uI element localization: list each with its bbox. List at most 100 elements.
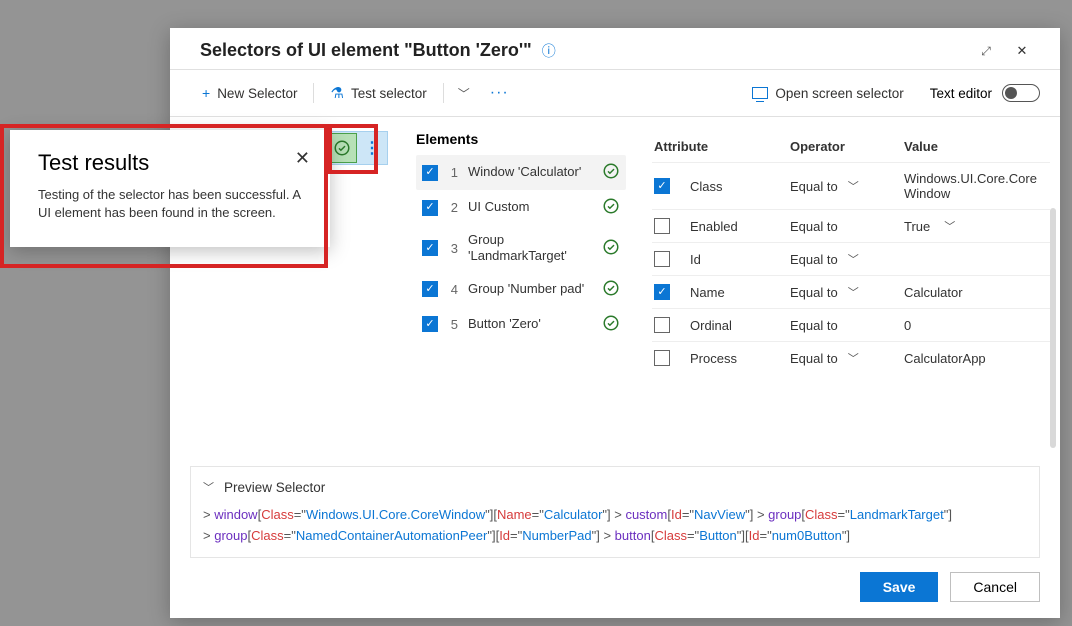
element-row[interactable]: 2 UI Custom <box>416 190 626 225</box>
check-icon <box>602 162 620 183</box>
element-label: Group 'LandmarkTarget' <box>468 232 592 265</box>
element-label: Button 'Zero' <box>468 316 592 332</box>
preview-toggle[interactable]: ﹀ Preview Selector <box>203 479 1027 495</box>
attribute-name: Class <box>690 179 776 194</box>
attribute-value[interactable]: Calculator <box>904 285 1048 300</box>
chevron-down-icon: ﹀ <box>848 284 859 300</box>
flask-icon <box>330 84 343 102</box>
attribute-checkbox[interactable] <box>654 350 670 366</box>
scrollbar[interactable] <box>1050 208 1056 448</box>
chevron-down-icon: ﹀ <box>848 178 859 194</box>
check-icon <box>602 197 620 218</box>
element-row[interactable]: 5 Button 'Zero' <box>416 307 626 342</box>
attribute-operator[interactable]: Equal to﹀ <box>790 350 890 366</box>
attribute-value[interactable]: CalculatorApp <box>904 351 1048 366</box>
test-selector-dropdown[interactable]: ﹀ <box>452 81 476 106</box>
check-icon <box>602 238 620 259</box>
titlebar: Selectors of UI element "Button 'Zero'" … <box>170 28 1060 70</box>
element-label: Window 'Calculator' <box>468 164 592 180</box>
elements-header: Elements <box>416 131 626 147</box>
attribute-name: Id <box>690 252 776 267</box>
attribute-operator[interactable]: Equal to <box>790 318 890 333</box>
attribute-row: Id Equal to﹀ <box>652 242 1050 275</box>
element-checkbox[interactable] <box>422 200 438 216</box>
test-results-popup: ✕ Test results Testing of the selector h… <box>10 130 330 247</box>
chevron-down-icon: ﹀ <box>848 350 859 366</box>
popup-close-button[interactable]: ✕ <box>295 148 310 169</box>
element-index: 5 <box>448 317 458 332</box>
attribute-checkbox[interactable] <box>654 251 670 267</box>
attribute-operator[interactable]: Equal to﹀ <box>790 251 890 267</box>
dialog-title: Selectors of UI element "Button 'Zero'" <box>200 40 532 61</box>
plus-icon <box>202 85 210 101</box>
element-checkbox[interactable] <box>422 316 438 332</box>
attribute-operator[interactable]: Equal to﹀ <box>790 284 890 300</box>
popup-title: Test results <box>38 150 308 176</box>
attribute-name: Name <box>690 285 776 300</box>
attribute-row: Ordinal Equal to 0 <box>652 308 1050 341</box>
text-editor-toggle[interactable] <box>1002 84 1040 102</box>
chevron-down-icon: ﹀ <box>848 251 859 267</box>
text-editor-label: Text editor <box>930 86 992 101</box>
element-index: 2 <box>448 200 458 215</box>
element-checkbox[interactable] <box>422 281 438 297</box>
info-icon[interactable]: ⓘ <box>542 41 556 61</box>
col-operator: Operator <box>790 139 890 154</box>
separator <box>443 83 444 103</box>
element-row[interactable]: 4 Group 'Number pad' <box>416 272 626 307</box>
attribute-row: Enabled Equal to True﹀ <box>652 209 1050 242</box>
toolbar: New Selector Test selector ﹀ ··· Open sc… <box>170 70 1060 117</box>
col-value: Value <box>904 139 1048 154</box>
new-selector-label: New Selector <box>217 86 297 101</box>
attribute-checkbox[interactable] <box>654 178 670 194</box>
restore-button[interactable] <box>968 42 1004 60</box>
close-button[interactable] <box>1004 42 1040 60</box>
new-selector-button[interactable]: New Selector <box>194 81 305 105</box>
preview-label: Preview Selector <box>224 480 325 495</box>
separator <box>313 83 314 103</box>
dialog-footer: Save Cancel <box>170 558 1060 618</box>
cancel-button[interactable]: Cancel <box>950 572 1040 602</box>
element-label: Group 'Number pad' <box>468 281 592 297</box>
attribute-name: Enabled <box>690 219 776 234</box>
element-label: UI Custom <box>468 199 592 215</box>
col-attribute: Attribute <box>654 139 776 154</box>
open-screen-selector-button[interactable]: Open screen selector <box>744 82 911 105</box>
attribute-checkbox[interactable] <box>654 317 670 333</box>
attributes-panel: Attribute Operator Value ClassEqual to﹀W… <box>632 117 1060 466</box>
attribute-checkbox[interactable] <box>654 284 670 300</box>
attribute-checkbox[interactable] <box>654 218 670 234</box>
attribute-row: Process Equal to﹀ CalculatorApp <box>652 341 1050 374</box>
test-passed-badge <box>327 133 357 163</box>
chevron-down-icon: ﹀ <box>203 479 214 495</box>
test-selector-button[interactable]: Test selector <box>322 80 434 106</box>
text-editor-toggle-group: Text editor <box>930 84 1040 102</box>
element-index: 3 <box>448 241 458 256</box>
open-screen-selector-label: Open screen selector <box>775 86 903 101</box>
attribute-name: Process <box>690 351 776 366</box>
element-row[interactable]: 1 Window 'Calculator' <box>416 155 626 190</box>
element-index: 1 <box>448 165 458 180</box>
selector-item-menu[interactable]: ⋮ <box>363 138 381 158</box>
element-checkbox[interactable] <box>422 240 438 256</box>
test-selector-label: Test selector <box>351 86 427 101</box>
elements-panel: Elements 1 Window 'Calculator' 2 UI Custom 3… <box>396 117 632 466</box>
save-button[interactable]: Save <box>860 572 939 602</box>
element-checkbox[interactable] <box>422 165 438 181</box>
attribute-row: Name Equal to﹀ Calculator <box>652 275 1050 308</box>
attribute-value[interactable]: 0 <box>904 318 1048 333</box>
attribute-value[interactable]: True﹀ <box>904 218 1048 234</box>
attribute-value[interactable]: Windows.UI.Core.CoreWindow <box>904 171 1048 201</box>
screen-icon <box>752 87 768 99</box>
popup-body: Testing of the selector has been success… <box>38 186 308 221</box>
attribute-name: Ordinal <box>690 318 776 333</box>
element-index: 4 <box>448 282 458 297</box>
attribute-operator[interactable]: Equal to﹀ <box>790 178 890 194</box>
attribute-operator[interactable]: Equal to <box>790 219 890 234</box>
preview-selector: ﹀ Preview Selector > window[Class="Windo… <box>190 466 1040 558</box>
attribute-row: Class Equal to﹀ Windows.UI.Core.CoreWindow <box>652 162 1050 209</box>
more-button[interactable]: ··· <box>482 80 517 106</box>
check-icon <box>602 279 620 300</box>
element-row[interactable]: 3 Group 'LandmarkTarget' <box>416 225 626 272</box>
selector-builder-dialog: Selectors of UI element "Button 'Zero'" … <box>170 28 1060 618</box>
